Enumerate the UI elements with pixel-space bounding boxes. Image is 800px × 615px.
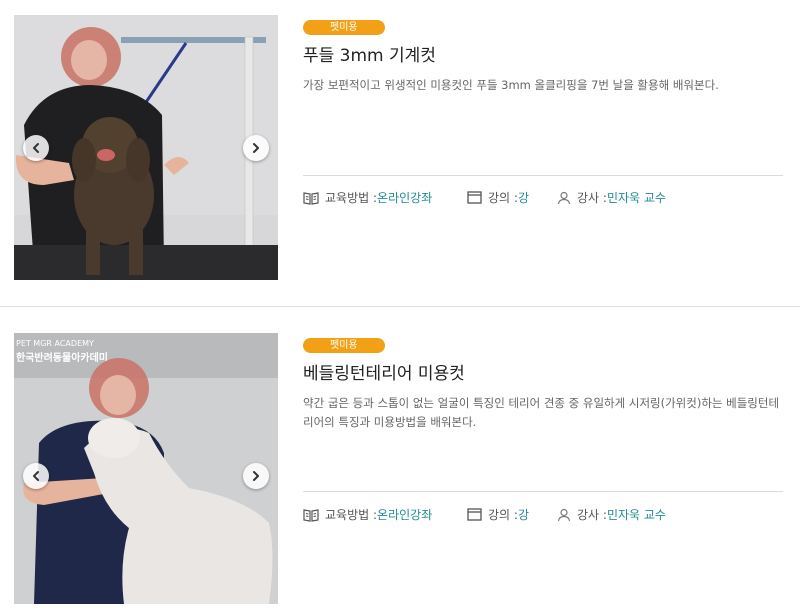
instructor-value[interactable]: 민자욱 교수 — [607, 189, 666, 206]
method-label: 교육방법 : — [325, 508, 378, 522]
method-value: 온라인강좌 — [377, 508, 433, 522]
prev-image-button[interactable] — [23, 463, 49, 489]
course-meta: 교육방법 : 온라인강좌 강의 : 강 강사 : 민자욱 교수 — [303, 189, 783, 206]
course-info: 펫미용 베들링턴테리어 미용컷 약간 굽은 등과 스톱이 없는 얼굴이 특징인 … — [303, 333, 783, 608]
method-value: 온라인강좌 — [377, 191, 433, 205]
category-badge: 펫미용 — [303, 338, 385, 353]
chevron-right-icon — [253, 143, 259, 153]
lecture-value: 강 — [517, 508, 529, 522]
course-title[interactable]: 베들링턴테리어 미용컷 — [303, 359, 783, 384]
course-thumbnail[interactable] — [14, 15, 278, 280]
instructor-info: 강사 : 민자욱 교수 — [557, 189, 666, 206]
divider — [303, 491, 783, 492]
method-label: 교육방법 : — [325, 191, 378, 205]
course-description: 가장 보편적이고 위생적인 미용컷인 푸들 3mm 올클리핑을 7번 날을 활용… — [303, 78, 719, 92]
instructor-value[interactable]: 민자욱 교수 — [607, 506, 666, 523]
chevron-right-icon — [253, 471, 259, 481]
lecture-info: 강의 : 강 — [467, 189, 557, 206]
window-icon — [467, 191, 482, 204]
course-title[interactable]: 푸들 3mm 기계컷 — [303, 41, 783, 66]
prev-image-button[interactable] — [23, 135, 49, 161]
course-card[interactable]: 펫미용 푸들 3mm 기계컷 가장 보편적이고 위생적인 미용컷인 푸들 3mm… — [0, 0, 800, 306]
person-icon — [557, 508, 571, 522]
next-image-button[interactable] — [243, 463, 269, 489]
lecture-label: 강의 : — [488, 508, 518, 522]
lecture-info: 강의 : 강 — [467, 506, 557, 523]
book-open-icon — [303, 191, 319, 205]
course-info: 펫미용 푸들 3mm 기계컷 가장 보편적이고 위생적인 미용컷인 푸들 3mm… — [303, 15, 783, 285]
instructor-info: 강사 : 민자욱 교수 — [557, 506, 666, 523]
category-badge: 펫미용 — [303, 20, 385, 35]
instructor-label: 강사 : — [577, 191, 607, 205]
method-info: 교육방법 : 온라인강좌 — [303, 189, 467, 206]
course-card[interactable]: PET MGR ACADEMY 한국반려동물아카데미 펫미용 베들링턴테리어 미… — [0, 307, 800, 615]
person-icon — [557, 191, 571, 205]
course-image — [14, 15, 278, 280]
course-description: 약간 굽은 등과 스톱이 없는 얼굴이 특징인 테리어 견종 중 유일하게 시저… — [303, 396, 780, 429]
watermark-top-text: PET MGR ACADEMY — [16, 339, 94, 348]
lecture-label: 강의 : — [488, 191, 518, 205]
instructor-label: 강사 : — [577, 508, 607, 522]
divider — [303, 175, 783, 176]
chevron-left-icon — [33, 143, 39, 153]
lecture-value: 강 — [517, 191, 529, 205]
course-meta: 교육방법 : 온라인강좌 강의 : 강 강사 : 민자욱 교수 — [303, 506, 783, 523]
book-open-icon — [303, 508, 319, 522]
course-thumbnail[interactable]: PET MGR ACADEMY 한국반려동물아카데미 — [14, 333, 278, 604]
watermark-text: 한국반려동물아카데미 — [16, 351, 108, 364]
method-info: 교육방법 : 온라인강좌 — [303, 506, 467, 523]
next-image-button[interactable] — [243, 135, 269, 161]
window-icon — [467, 508, 482, 521]
course-image: PET MGR ACADEMY 한국반려동물아카데미 — [14, 333, 278, 604]
chevron-left-icon — [33, 471, 39, 481]
